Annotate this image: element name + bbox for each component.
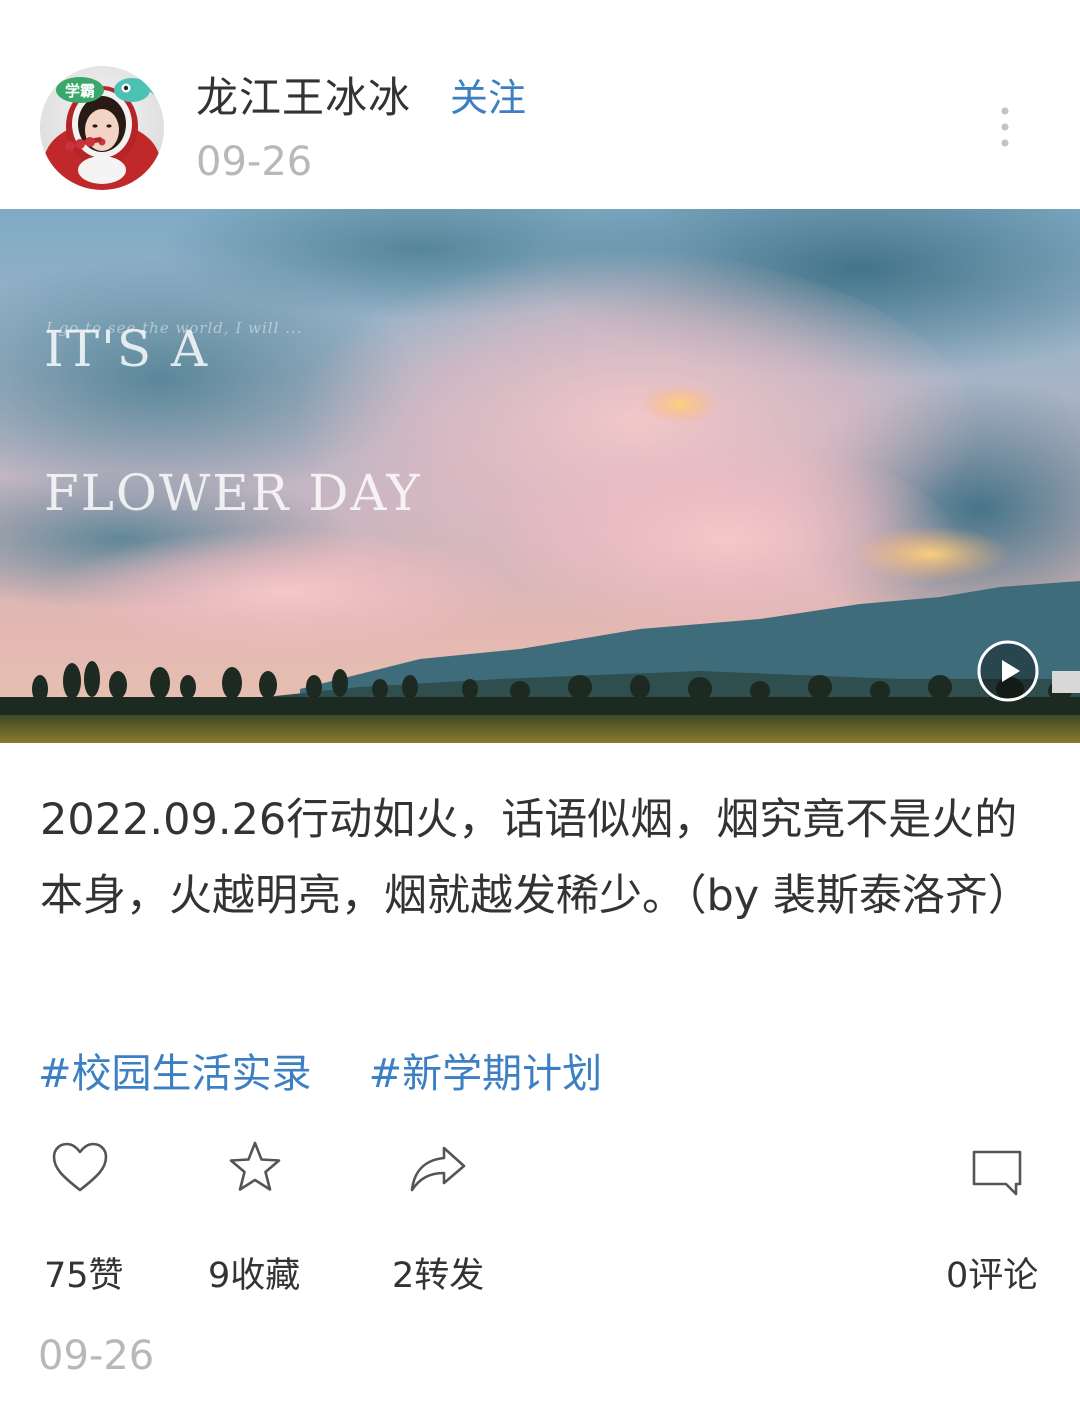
tag-new-semester-plan[interactable]: #新学期计划 bbox=[369, 1044, 603, 1104]
avatar[interactable]: 学霸 bbox=[40, 66, 164, 190]
share-count: 2转发 bbox=[392, 1256, 485, 1296]
overlay-title: IT'S A FLOWER DAY bbox=[44, 229, 422, 613]
overlay-subtitle: I go to see the world, I will ... bbox=[46, 319, 303, 337]
video-thumbnail[interactable]: IT'S A FLOWER DAY I go to see the world,… bbox=[0, 209, 1080, 743]
follow-button[interactable]: 关注 bbox=[450, 72, 526, 124]
like-count: 75赞 bbox=[44, 1256, 124, 1296]
play-icon bbox=[977, 640, 1039, 702]
star-icon bbox=[229, 1141, 281, 1191]
more-options-button[interactable] bbox=[988, 104, 1022, 150]
comment-icon bbox=[972, 1150, 1022, 1196]
avatar-image: 学霸 bbox=[40, 66, 164, 190]
share-button[interactable] bbox=[408, 1138, 468, 1198]
overlay-title-line-2: FLOWER DAY bbox=[44, 464, 422, 522]
share-arrow-icon bbox=[410, 1146, 466, 1192]
favorite-count: 9收藏 bbox=[208, 1256, 301, 1296]
post-date: 09-26 bbox=[196, 139, 313, 185]
heart-icon bbox=[52, 1142, 108, 1192]
like-button[interactable] bbox=[50, 1138, 110, 1200]
username[interactable]: 龙江王冰冰 bbox=[196, 70, 411, 126]
favorite-button[interactable] bbox=[226, 1138, 284, 1198]
avatar-badge: 学霸 bbox=[56, 77, 104, 103]
comment-button[interactable] bbox=[970, 1138, 1024, 1198]
play-button[interactable] bbox=[976, 639, 1040, 703]
footer-date: 09-26 bbox=[38, 1333, 155, 1379]
tag-campus-life[interactable]: #校园生活实录 bbox=[38, 1044, 312, 1104]
comment-count: 0评论 bbox=[946, 1256, 1039, 1296]
post-header: 学霸 龙江王冰冰 关注 09-26 bbox=[0, 0, 1080, 209]
post-text: 2022.09.26行动如火，话语似烟，烟究竟不是火的本身，火越明亮，烟就越发稀… bbox=[40, 795, 1031, 921]
tag-list: #校园生活实录 #新学期计划 bbox=[38, 1044, 654, 1104]
svg-text:学霸: 学霸 bbox=[65, 82, 95, 100]
more-vertical-icon bbox=[1001, 107, 1009, 147]
